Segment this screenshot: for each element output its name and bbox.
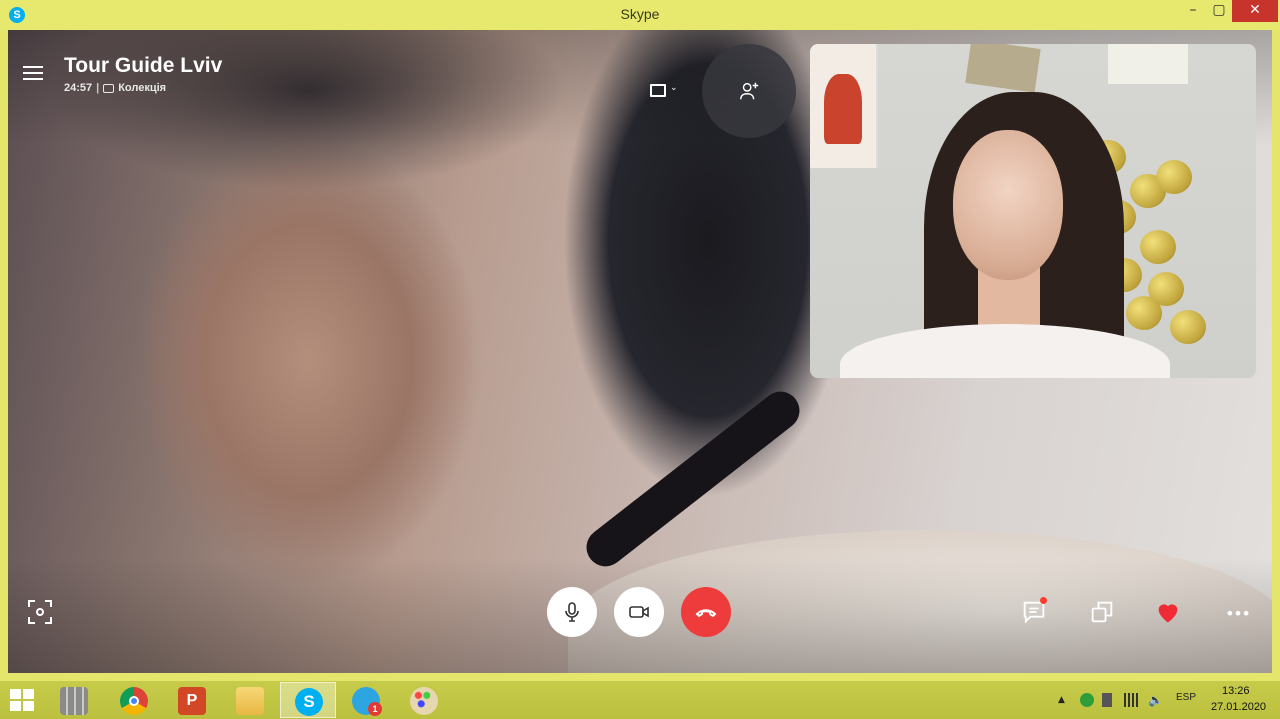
wall-decoration bbox=[1140, 230, 1176, 264]
brick-grid-icon bbox=[60, 687, 88, 715]
mute-microphone-button[interactable] bbox=[547, 587, 597, 637]
maximize-button[interactable]: ▢ bbox=[1206, 0, 1232, 22]
switch-view-button[interactable] bbox=[1088, 598, 1116, 626]
windows-taskbar: P S 1 ▲ 🔈 ESP 13:26 27.01.2020 bbox=[0, 681, 1280, 719]
taskbar-app-grid[interactable] bbox=[46, 682, 102, 718]
taskbar-app-telegram[interactable]: 1 bbox=[338, 682, 394, 718]
react-button[interactable] bbox=[1154, 598, 1182, 626]
self-video-preview[interactable] bbox=[810, 44, 1256, 378]
self-view-poster bbox=[810, 44, 878, 168]
self-view-face bbox=[953, 130, 1063, 280]
telegram-badge: 1 bbox=[368, 702, 382, 716]
windows-start-icon[interactable] bbox=[10, 689, 34, 711]
taskbar-app-file-explorer[interactable] bbox=[222, 682, 278, 718]
wall-decoration bbox=[1156, 160, 1192, 194]
taskbar-app-skype[interactable]: S bbox=[280, 682, 336, 718]
self-view-picture bbox=[965, 44, 1041, 93]
collection-icon bbox=[103, 83, 115, 93]
call-contact-name: Tour Guide Lviv bbox=[64, 54, 223, 77]
taskbar-app-chrome[interactable] bbox=[106, 682, 162, 718]
wall-decoration bbox=[1170, 310, 1206, 344]
chevron-down-icon: ⌄ bbox=[670, 83, 678, 93]
clock-date[interactable]: 27.01.2020 bbox=[1211, 701, 1266, 713]
unread-indicator bbox=[1040, 597, 1047, 604]
subtitle-separator: | bbox=[96, 82, 100, 94]
network-signal-icon[interactable] bbox=[1124, 693, 1138, 707]
microphone-icon bbox=[565, 602, 579, 622]
wall-decoration bbox=[1126, 296, 1162, 330]
folder-icon bbox=[236, 687, 264, 715]
power-plug-icon[interactable] bbox=[1102, 693, 1112, 707]
window-title: Skype bbox=[620, 6, 660, 22]
layout-switch-button[interactable]: ⌄ bbox=[648, 82, 682, 102]
show-hidden-icons-chevron-icon[interactable]: ▲ bbox=[1058, 695, 1072, 709]
close-button[interactable]: ✕ bbox=[1232, 0, 1278, 22]
snapshot-button[interactable] bbox=[28, 600, 52, 624]
snapshot-icon bbox=[36, 608, 44, 616]
toggle-video-button[interactable] bbox=[614, 587, 664, 637]
heart-icon bbox=[1158, 604, 1178, 623]
clock-time[interactable]: 13:26 bbox=[1222, 685, 1250, 697]
collection-label[interactable]: Колекція bbox=[118, 82, 166, 94]
speaker-volume-icon[interactable]: 🔈 bbox=[1148, 693, 1163, 707]
paint-palette-icon bbox=[410, 687, 438, 715]
keyboard-layout-indicator[interactable]: ESP bbox=[1176, 692, 1196, 703]
security-check-icon[interactable] bbox=[1080, 693, 1094, 707]
remote-video: Tour Guide Lviv 24:57 | Колекція ⌄ bbox=[8, 30, 1272, 673]
hamburger-menu-icon[interactable] bbox=[23, 64, 45, 82]
call-subtitle: 24:57 | Колекція bbox=[64, 82, 166, 94]
call-duration: 24:57 bbox=[64, 82, 93, 94]
ellipsis-icon bbox=[1227, 610, 1249, 616]
skype-icon: S bbox=[295, 688, 323, 716]
hang-up-icon bbox=[695, 609, 717, 618]
taskbar-app-paint[interactable] bbox=[396, 682, 452, 718]
video-camera-icon bbox=[629, 606, 649, 618]
minimize-button[interactable]: – bbox=[1180, 0, 1206, 22]
chat-button[interactable] bbox=[1020, 597, 1048, 626]
layout-frame-icon bbox=[650, 84, 666, 97]
add-person-icon bbox=[740, 82, 759, 100]
self-view-picture bbox=[1108, 44, 1188, 84]
more-options-button[interactable] bbox=[1224, 598, 1252, 626]
add-participant-button[interactable] bbox=[702, 44, 796, 138]
overlapping-windows-icon bbox=[1091, 601, 1113, 623]
skype-window: S Skype – ▢ ✕ Tour Guide Lviv 24:57 | Ко… bbox=[0, 0, 1280, 681]
powerpoint-icon: P bbox=[178, 687, 206, 715]
taskbar-app-powerpoint[interactable]: P bbox=[164, 682, 220, 718]
end-call-button[interactable] bbox=[681, 587, 731, 637]
title-bar[interactable]: S Skype – ▢ ✕ bbox=[0, 0, 1280, 30]
